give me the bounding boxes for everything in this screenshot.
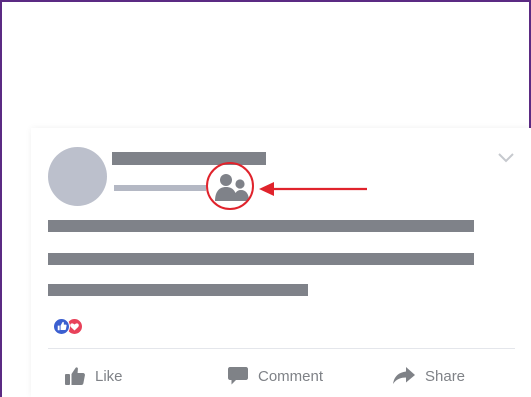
post-text-line-3	[48, 284, 308, 296]
share-label: Share	[425, 367, 466, 385]
divider	[48, 348, 515, 349]
chevron-down-icon[interactable]	[497, 152, 515, 164]
author-name-placeholder[interactable]	[112, 152, 266, 165]
annotation-highlight-circle	[206, 162, 254, 210]
share-arrow-icon	[393, 367, 415, 384]
share-button[interactable]: Share	[393, 364, 465, 388]
comment-label: Comment	[258, 367, 324, 385]
like-button[interactable]: Like	[65, 364, 123, 388]
avatar[interactable]	[48, 147, 107, 206]
post-text-line-2	[48, 253, 474, 265]
thumbs-up-icon	[65, 367, 85, 385]
like-label: Like	[95, 367, 123, 385]
post-card: Like Comment Share	[31, 128, 531, 397]
comment-bubble-icon	[228, 367, 248, 385]
reaction-summary[interactable]	[53, 318, 93, 336]
thumbs-up-icon	[53, 318, 70, 335]
comment-button[interactable]: Comment	[228, 364, 323, 388]
annotation-arrow	[259, 182, 367, 196]
post-meta-placeholder	[114, 185, 206, 191]
post-text-line-1	[48, 220, 474, 232]
